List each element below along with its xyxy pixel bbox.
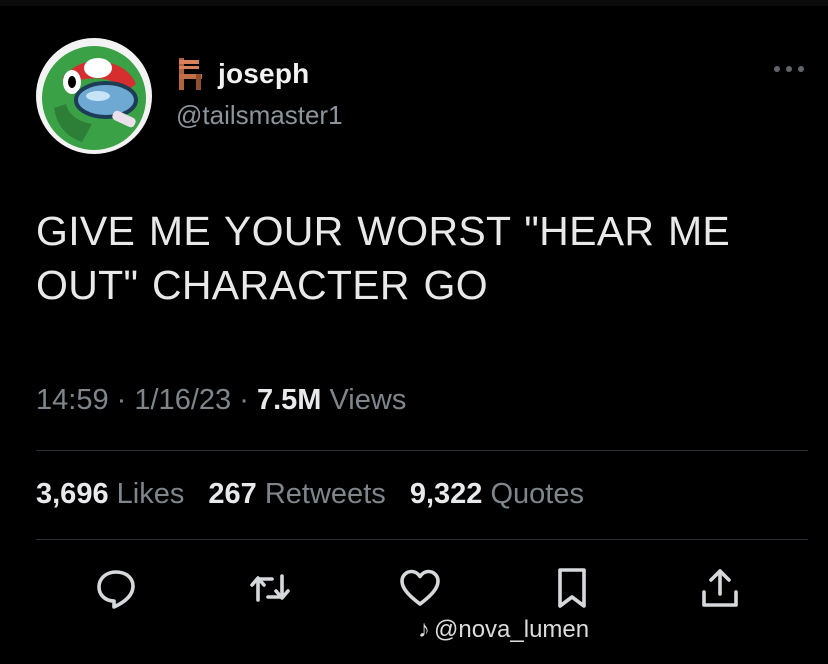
retweets-count: 267: [208, 478, 257, 510]
tweet-date[interactable]: 1/16/23: [134, 384, 231, 416]
retweets-label: Retweets: [264, 478, 386, 510]
divider: [36, 539, 808, 540]
retweet-button[interactable]: [248, 566, 292, 610]
views-label: Views: [329, 384, 407, 416]
share-button[interactable]: [698, 566, 742, 610]
tweet-text: GIVE ME YOUR WORST "HEAR ME OUT" CHARACT…: [36, 208, 731, 308]
share-icon: [702, 569, 738, 607]
action-bar: [0, 566, 828, 616]
author-handle[interactable]: @tailsmaster1: [176, 100, 343, 131]
meta-separator: ·: [239, 384, 249, 416]
author-name-row[interactable]: joseph: [176, 54, 309, 94]
divider: [36, 450, 808, 451]
likes-count: 3,696: [36, 478, 109, 510]
views-count: 7.5M: [256, 384, 322, 416]
retweets-stat[interactable]: 267 Retweets: [208, 478, 385, 510]
quotes-stat[interactable]: 9,322 Quotes: [410, 478, 584, 510]
quotes-label: Quotes: [490, 478, 584, 510]
reply-icon: [97, 570, 135, 609]
among-us-crewmate-avatar-icon: [36, 38, 152, 154]
like-icon: [400, 569, 440, 606]
author-display-name[interactable]: joseph: [218, 58, 309, 90]
like-button[interactable]: [398, 566, 442, 610]
likes-label: Likes: [116, 478, 185, 510]
bookmark-icon: [558, 568, 586, 608]
watermark: ♪ @nova_lumen: [418, 616, 589, 644]
avatar[interactable]: [36, 38, 152, 154]
bookmark-button[interactable]: [550, 566, 594, 610]
top-edge: [0, 0, 828, 6]
tiktok-icon: ♪: [418, 616, 430, 643]
more-options-icon[interactable]: [772, 62, 806, 76]
tweet-meta: 14:59 · 1/16/23 · 7.5M Views: [36, 384, 406, 417]
likes-stat[interactable]: 3,696 Likes: [36, 478, 184, 510]
chair-icon: [179, 58, 202, 90]
retweet-icon: [250, 574, 290, 602]
tweet-time[interactable]: 14:59: [36, 384, 109, 416]
watermark-text: @nova_lumen: [434, 616, 590, 643]
reply-button[interactable]: [94, 566, 138, 610]
engagement-stats: 3,696 Likes 267 Retweets 9,322 Quotes: [36, 478, 584, 511]
meta-separator: ·: [116, 384, 127, 416]
quotes-count: 9,322: [409, 478, 483, 510]
